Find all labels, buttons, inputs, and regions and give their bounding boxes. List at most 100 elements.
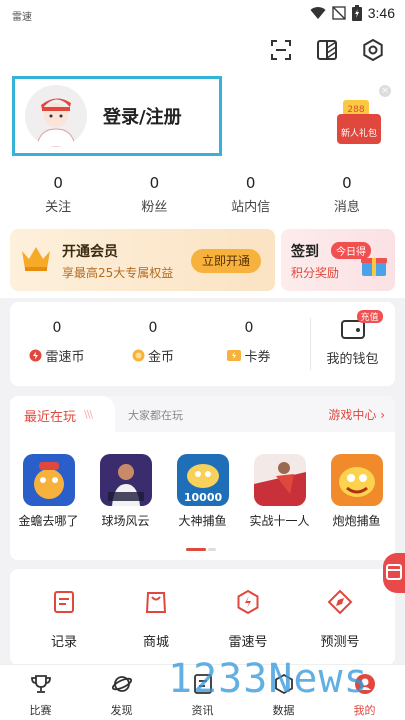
gift-label: 新人礼包 [341, 127, 377, 139]
game-list: 金蟾去哪了 球场风云 10000 大神捕鱼 实战十一人 炮炮捕鱼 [10, 454, 395, 529]
tool-leisu-account[interactable]: 雷速号 [208, 589, 288, 650]
sign-in-card[interactable]: 签到 今日得 积分奖励 [281, 229, 395, 291]
tab-recent-played[interactable]: 最近在玩 \\\ [10, 396, 115, 432]
stat-fans[interactable]: 0 粉丝 [119, 174, 189, 215]
game-name: 大神捕鱼 [178, 514, 227, 528]
tool-label: 预测号 [320, 635, 360, 650]
game-center-link[interactable]: 游戏中心 › [328, 406, 385, 423]
stat-label: 关注 [45, 200, 72, 215]
floating-side-button[interactable] [383, 553, 405, 593]
coupon-icon [227, 350, 242, 361]
stat-messages[interactable]: 0 消息 [312, 174, 382, 215]
cannon-fishing-game-icon [330, 454, 383, 506]
fishing-game-icon: 10000 [176, 454, 229, 506]
games-card: 最近在玩 \\\ 大家都在玩 游戏中心 › 金蟾去哪了 球场风云 10000 大… [10, 396, 395, 560]
wallet-label: 卡券 [244, 350, 271, 365]
leisu-coin-icon [29, 349, 42, 362]
scan-icon[interactable] [269, 38, 293, 62]
tab-label: 发现 [110, 704, 133, 717]
golden-toad-game-icon [22, 454, 75, 506]
avatar [25, 85, 87, 147]
page-indicator-active [186, 548, 206, 551]
sign-in-title: 签到 [291, 244, 319, 260]
wallet-card: 0 雷速币 0 金币 0 卡券 充值 我的钱包 [10, 302, 395, 386]
tab-recent-label: 最近在玩 [24, 410, 77, 425]
tool-shop[interactable]: 商城 [116, 589, 196, 650]
gift-box-icon [361, 258, 387, 276]
login-label: 登录/注册 [103, 107, 182, 128]
stat-following[interactable]: 0 关注 [23, 174, 93, 215]
tab-decoration: \\\ [84, 408, 93, 421]
stat-inbox[interactable]: 0 站内信 [216, 174, 286, 215]
tab-label: 资讯 [191, 704, 214, 717]
tool-label: 商城 [142, 635, 169, 650]
my-wallet-label: 我的钱包 [326, 352, 379, 367]
planet-icon [111, 676, 132, 692]
tab-label: 比赛 [29, 704, 52, 717]
compass-icon [327, 589, 353, 615]
game-item[interactable]: 炮炮捕鱼 [318, 454, 395, 529]
watermark: 1233News [168, 656, 369, 702]
wallet-label: 金币 [147, 350, 174, 365]
tab-discover[interactable]: 发现 [81, 665, 162, 720]
vip-open-button[interactable]: 立即开通 [191, 249, 261, 273]
gift-amount: 288 [347, 105, 364, 115]
stat-label: 站内信 [231, 200, 271, 215]
vip-subtitle: 享最高25大专属权益 [62, 266, 174, 280]
battery-icon [351, 5, 362, 21]
wallet-label: 雷速币 [45, 350, 85, 365]
no-signal-icon [332, 6, 346, 20]
tab-label: 我的 [353, 704, 376, 717]
game-item[interactable]: 金蟾去哪了 [10, 454, 87, 529]
crown-icon [22, 247, 50, 271]
tool-prediction[interactable]: 预测号 [300, 589, 380, 650]
status-icons: 3:46 [310, 5, 395, 21]
stats-row: 0 关注 0 粉丝 0 站内信 0 消息 [0, 174, 405, 215]
gold-coin-icon [132, 349, 145, 362]
game-name: 炮炮捕鱼 [332, 514, 381, 528]
tab-matches[interactable]: 比赛 [0, 665, 81, 720]
eleven-players-game-icon [253, 454, 306, 506]
wallet-value: 0 [52, 320, 62, 336]
lightning-icon [237, 589, 259, 615]
theme-icon[interactable] [315, 38, 339, 62]
recharge-tag: 充值 [356, 310, 383, 323]
login-register-button[interactable]: 登录/注册 [12, 76, 222, 156]
tool-label: 记录 [50, 635, 77, 650]
wallet-item-leisu-coin[interactable]: 0 雷速币 [22, 320, 92, 365]
game-name: 实战十一人 [249, 514, 310, 528]
status-bar: 雷速 3:46 [0, 0, 405, 28]
vip-card[interactable]: 开通会员 享最高25大专属权益 立即开通 [10, 229, 275, 291]
stat-value: 0 [245, 174, 256, 192]
close-icon[interactable]: × [379, 85, 391, 97]
game-badge: 10000 [183, 491, 222, 504]
trophy-icon [30, 675, 51, 693]
game-name: 金蟾去哪了 [18, 514, 79, 528]
shop-bag-icon [145, 592, 167, 613]
page-indicator-inactive [208, 548, 216, 551]
tool-label: 雷速号 [228, 635, 268, 650]
wallet-item-coupon[interactable]: 0 卡券 [214, 320, 284, 365]
football-stadium-game-icon [99, 454, 152, 506]
stat-value: 0 [53, 174, 63, 192]
tab-everyone-playing[interactable]: 大家都在玩 [128, 407, 183, 423]
settings-icon[interactable] [361, 38, 385, 62]
stat-label: 粉丝 [141, 200, 168, 215]
game-item[interactable]: 球场风云 [87, 454, 164, 529]
wallet-value: 0 [148, 320, 158, 336]
game-item[interactable]: 10000 大神捕鱼 [164, 454, 241, 529]
tools-card: 记录 商城 雷速号 预测号 [10, 569, 395, 665]
status-time: 3:46 [367, 5, 395, 21]
calendar-icon [386, 564, 402, 580]
vip-title: 开通会员 [62, 244, 118, 260]
status-app-name: 雷速 [12, 12, 32, 23]
tool-record[interactable]: 记录 [24, 589, 104, 650]
top-actions [269, 38, 385, 62]
game-item[interactable]: 实战十一人 [241, 454, 318, 529]
sign-in-subtitle: 积分奖励 [291, 266, 340, 280]
my-wallet-button[interactable]: 充值 我的钱包 [310, 310, 395, 367]
game-name: 球场风云 [101, 514, 150, 528]
wallet-value: 0 [244, 320, 254, 336]
new-user-gift[interactable]: 288 新人礼包 [333, 98, 385, 146]
wallet-item-gold-coin[interactable]: 0 金币 [118, 320, 188, 365]
